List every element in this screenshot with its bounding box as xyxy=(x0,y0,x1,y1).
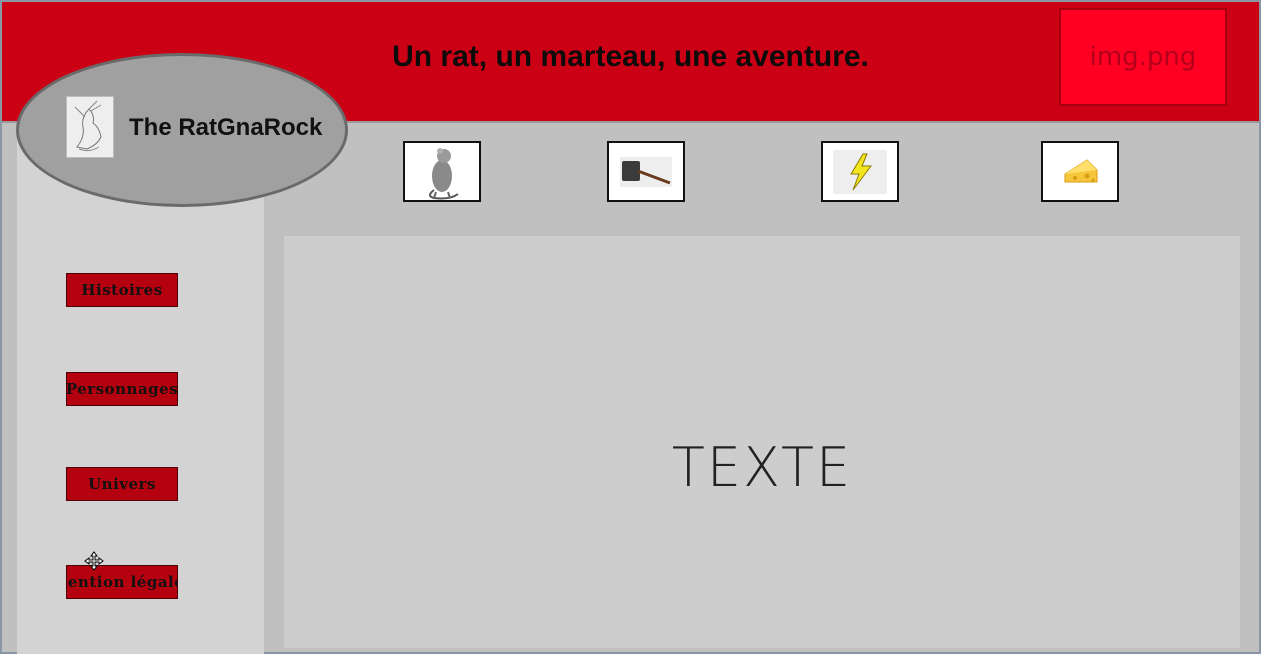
nav-button-personnages[interactable]: Personnages xyxy=(66,372,178,406)
main-content-panel: TEXTE xyxy=(284,236,1240,648)
nav-button-mention-legales[interactable]: Mention légales xyxy=(66,565,178,599)
move-cursor-icon xyxy=(84,551,104,571)
rat-icon xyxy=(429,147,459,199)
lightning-icon-tile[interactable] xyxy=(821,141,899,202)
hammer-icon-tile[interactable] xyxy=(607,141,685,202)
main-text: TEXTE xyxy=(671,436,853,499)
cheese-icon-tile[interactable] xyxy=(1041,141,1119,202)
header-image-placeholder: img.png xyxy=(1059,8,1227,106)
brand-name[interactable]: The RatGnaRock xyxy=(129,114,322,142)
rat-icon-tile[interactable] xyxy=(403,141,481,202)
cheese-icon xyxy=(1064,158,1098,182)
lightning-icon xyxy=(833,149,887,194)
nav-button-univers[interactable]: Univers xyxy=(66,467,178,501)
logo-sketch-image xyxy=(66,96,114,158)
nav-button-histoires[interactable]: Histoires xyxy=(66,273,178,307)
hammer-icon xyxy=(620,156,672,187)
